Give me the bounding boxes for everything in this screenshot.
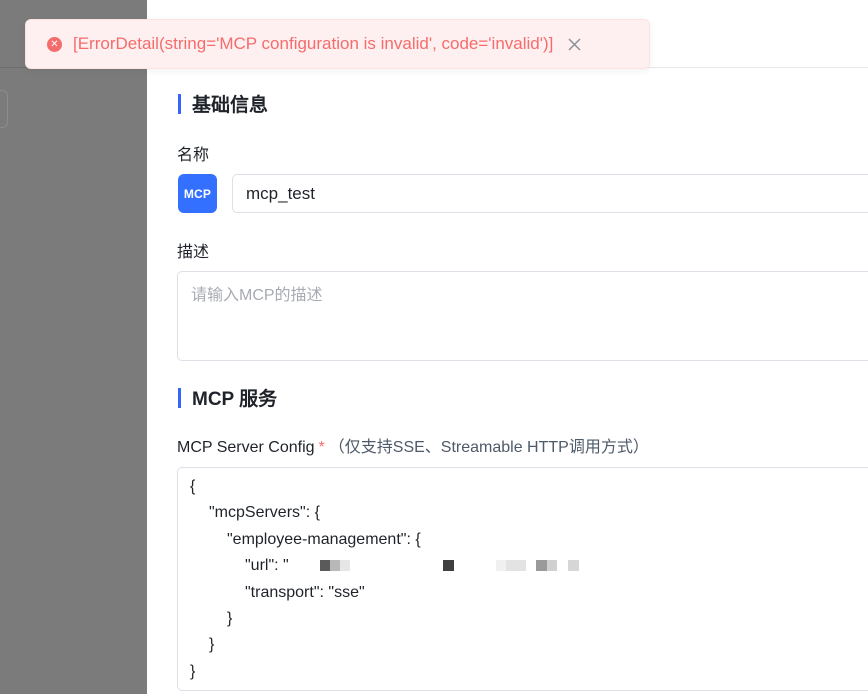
mcp-edit-drawer: 基础信息 名称 MCP 描述 MCP 服务 MCP Server Config*… (147, 0, 868, 694)
code-line: "mcpServers": { (209, 504, 320, 521)
name-label: 名称 (177, 147, 210, 164)
basic-info-title-text: 基础信息 (192, 95, 269, 116)
error-circle-icon: ✕ (47, 36, 62, 52)
description-label: 描述 (177, 244, 210, 261)
redacted-url-block (443, 560, 454, 571)
config-hint-text: （仅支持SSE、Streamable HTTP调用方式） (328, 439, 649, 456)
code-line: { (190, 478, 196, 495)
code-line: } (190, 663, 196, 680)
mcp-service-title-text: MCP 服务 (192, 389, 278, 410)
config-label-text: MCP Server Config (177, 439, 315, 456)
mcp-service-section-title: MCP 服务 (178, 384, 277, 411)
section-accent-bar (178, 387, 181, 408)
redacted-url-block (496, 560, 506, 571)
code-line: "url": " (245, 557, 289, 574)
redacted-url-block (547, 560, 557, 571)
mcp-server-config-label: MCP Server Config * （仅支持SSE、Streamable HTT… (177, 433, 649, 457)
section-accent-bar (178, 93, 181, 114)
code-line: "transport": "sse" (245, 584, 365, 601)
code-line: } (227, 610, 233, 627)
redacted-url-block (506, 560, 526, 571)
required-asterisk: * (318, 439, 325, 456)
error-message: [ErrorDetail(string='MCP configuration i… (73, 34, 554, 53)
basic-info-section-title: 基础信息 (178, 90, 268, 117)
redacted-url-block (536, 560, 547, 571)
code-line: "employee-management": { (227, 531, 421, 548)
close-icon[interactable] (565, 35, 583, 53)
name-input[interactable] (232, 174, 868, 213)
error-toast: ✕ [ErrorDetail(string='MCP configuration… (25, 19, 650, 69)
mcp-logo-avatar[interactable]: MCP (178, 174, 217, 213)
redacted-url-block (568, 560, 579, 571)
mcp-config-code-editor[interactable]: { "mcpServers": { "employee-management":… (177, 467, 868, 691)
redacted-url-block (330, 560, 340, 571)
description-textarea[interactable] (177, 271, 868, 361)
redacted-url-block (320, 560, 330, 571)
code-line: } (209, 636, 215, 653)
redacted-url-block (340, 560, 350, 571)
modal-overlay[interactable] (0, 0, 147, 694)
background-control (0, 90, 8, 128)
